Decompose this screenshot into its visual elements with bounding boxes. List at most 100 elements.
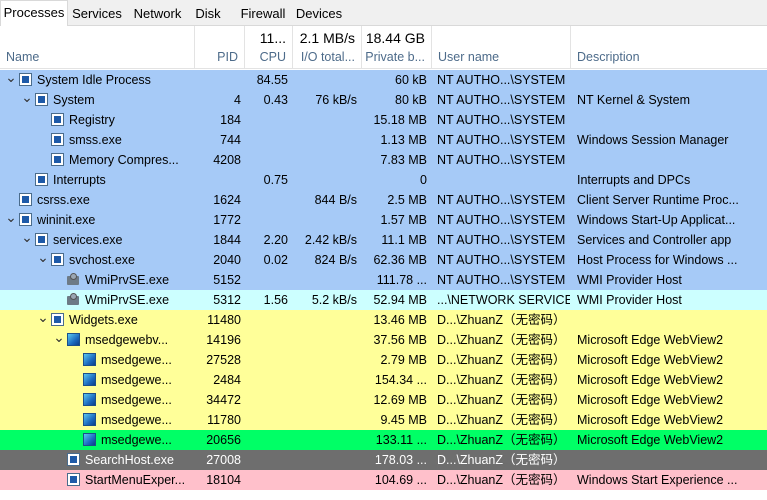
process-name-cell: ⌄ System <box>0 90 193 110</box>
column-io[interactable]: 2.1 MB/s I/O total... <box>293 26 362 68</box>
process-user-name: NT AUTHO...\SYSTEM <box>437 133 566 147</box>
process-pid <box>193 70 241 90</box>
process-name: msedgewe... <box>101 393 172 407</box>
process-row[interactable]: ⌄ msedgewebv... 14196 37.56 MB D...\ZhuanZ（无… <box>0 330 767 350</box>
tab-bar: Processes Services Network Disk Firewall… <box>0 0 767 26</box>
process-row[interactable]: msedgewe... 2484 154.34 ... D...\ZhuanZ（无密码… <box>0 370 767 390</box>
column-pid[interactable]: PID <box>195 26 245 68</box>
process-row[interactable]: Registry 184 15.18 MB NT AUTHO...\SYSTEM <box>0 110 767 130</box>
tab-devices[interactable]: Devices <box>292 3 346 24</box>
process-io <box>289 70 357 90</box>
column-private-bytes[interactable]: 18.44 GB Private b... <box>362 26 432 68</box>
process-pid: 20656 <box>206 433 241 447</box>
tab-processes[interactable]: Processes <box>0 0 68 26</box>
process-row[interactable]: ⌄ System 4 0.43 76 kB/s 80 kB NT AUTHO...\SYST… <box>0 90 767 110</box>
edge-icon <box>83 373 96 386</box>
process-pid: 744 <box>220 133 241 147</box>
process-user-name: ...\NETWORK SERVICE <box>437 293 570 307</box>
process-row[interactable]: WmiPrvSE.exe 5312 1.56 5.2 kB/s 52.94 MB ...\… <box>0 290 767 310</box>
process-pid <box>193 170 241 190</box>
process-row[interactable]: SearchHost.exe 27008 178.03 ... D...\ZhuanZ… <box>0 450 767 470</box>
expand-chevron-icon[interactable]: ⌄ <box>5 210 17 224</box>
process-pid: 1772 <box>213 213 241 227</box>
expand-chevron-icon[interactable]: ⌄ <box>5 70 17 84</box>
process-name: smss.exe <box>69 133 122 147</box>
tab-services[interactable]: Services <box>69 3 125 24</box>
process-private-bytes: 133.11 ... <box>375 433 427 447</box>
process-name: Memory Compres... <box>69 153 179 167</box>
process-name-cell: Registry <box>0 110 193 130</box>
process-name: services.exe <box>53 233 123 247</box>
process-description: Host Process for Windows ... <box>577 253 738 267</box>
process-user-name: NT AUTHO...\SYSTEM <box>437 273 566 287</box>
process-row[interactable]: msedgewe... 34472 12.69 MB D...\ZhuanZ（无密码）… <box>0 390 767 410</box>
expand-chevron-icon[interactable]: ⌄ <box>37 310 49 324</box>
process-name-cell: ⌄ svchost.exe <box>0 250 193 270</box>
process-row[interactable]: csrss.exe 1624 844 B/s 2.5 MB NT AUTHO...\SY… <box>0 190 767 210</box>
process-name-cell: msedgewe... <box>0 350 193 370</box>
column-description[interactable]: Description <box>571 26 767 68</box>
process-row[interactable]: Memory Compres... 4208 7.83 MB NT AUTHO...\… <box>0 150 767 170</box>
process-description: Microsoft Edge WebView2 <box>577 373 724 387</box>
tab-disk[interactable]: Disk <box>190 3 226 24</box>
process-row[interactable]: ⌄ svchost.exe 2040 0.02 824 B/s 62.36 MB NT AU… <box>0 250 767 270</box>
process-io <box>289 390 357 410</box>
process-description <box>577 310 765 330</box>
process-row[interactable]: smss.exe 744 1.13 MB NT AUTHO...\SYSTEM Wind… <box>0 130 767 150</box>
process-private-bytes: 154.34 ... <box>374 373 427 387</box>
process-description: NT Kernel & System <box>577 93 691 107</box>
process-user-name: NT AUTHO...\SYSTEM <box>437 113 566 127</box>
process-user-name: NT AUTHO...\SYSTEM <box>437 93 566 107</box>
process-description <box>577 70 765 90</box>
process-name: msedgewe... <box>101 433 172 447</box>
expand-chevron-icon[interactable]: ⌄ <box>21 230 33 244</box>
tab-firewall[interactable]: Firewall <box>237 3 289 24</box>
process-description: Microsoft Edge WebView2 <box>577 333 724 347</box>
process-row[interactable]: WmiPrvSE.exe 5152 111.78 ... NT AUTHO...\SY… <box>0 270 767 290</box>
expand-chevron-icon[interactable]: ⌄ <box>53 330 65 344</box>
process-cpu <box>243 370 288 390</box>
process-private-bytes: 52.94 MB <box>373 293 427 307</box>
process-name: wininit.exe <box>37 213 96 227</box>
process-name-cell: msedgewe... <box>0 430 193 450</box>
process-row[interactable]: msedgewe... 11780 9.45 MB D...\ZhuanZ（无密码） M… <box>0 410 767 430</box>
process-row[interactable]: msedgewe... 20656 133.11 ... D...\ZhuanZ（无密… <box>0 430 767 450</box>
column-name-label: Name <box>6 50 40 64</box>
column-header: Name PID 11... CPU 2.1 MB/s I/O total...… <box>0 26 767 69</box>
process-name: SearchHost.exe <box>85 453 174 467</box>
process-description: WMI Provider Host <box>577 293 682 307</box>
column-cpu[interactable]: 11... CPU <box>245 26 293 68</box>
process-name: Registry <box>69 113 115 127</box>
process-name: Interrupts <box>53 173 106 187</box>
process-name-cell: WmiPrvSE.exe <box>0 270 193 290</box>
process-private-bytes: 37.56 MB <box>373 333 427 347</box>
process-user-name: NT AUTHO...\SYSTEM <box>437 193 566 207</box>
process-pid: 2040 <box>213 253 241 267</box>
process-row[interactable]: ⌄ System Idle Process 84.55 60 kB NT AUTHO..… <box>0 70 767 90</box>
process-row[interactable]: ⌄ services.exe 1844 2.20 2.42 kB/s 11.1 MB NT … <box>0 230 767 250</box>
process-row[interactable]: ⌄ Widgets.exe 11480 13.46 MB D...\ZhuanZ（无密码… <box>0 310 767 330</box>
process-row[interactable]: Interrupts 0.75 0 Interrupts and DPCs <box>0 170 767 190</box>
window-icon <box>19 73 32 86</box>
process-cpu <box>243 130 288 150</box>
process-private-bytes: 1.57 MB <box>380 213 427 227</box>
process-user-name: NT AUTHO...\SYSTEM <box>437 233 566 247</box>
expand-chevron-icon[interactable]: ⌄ <box>37 250 49 264</box>
process-row[interactable]: msedgewe... 27528 2.79 MB D...\ZhuanZ（无密码） M… <box>0 350 767 370</box>
process-pid: 5152 <box>213 273 241 287</box>
window-icon <box>51 113 64 126</box>
process-name-cell: ⌄ System Idle Process <box>0 70 193 90</box>
process-user-name: D...\ZhuanZ（无密码） <box>437 353 566 367</box>
private-bytes-total: 18.44 GB <box>365 30 425 46</box>
process-name: Widgets.exe <box>69 313 138 327</box>
process-row[interactable]: ⌄ wininit.exe 1772 1.57 MB NT AUTHO...\SYSTE… <box>0 210 767 230</box>
process-io <box>289 310 357 330</box>
process-name-cell: ⌄ services.exe <box>0 230 193 250</box>
process-description <box>577 110 765 130</box>
column-name[interactable]: Name <box>0 26 195 68</box>
tab-network[interactable]: Network <box>127 3 188 24</box>
column-user-name[interactable]: User name <box>432 26 571 68</box>
expand-chevron-icon[interactable]: ⌄ <box>21 90 33 104</box>
process-row[interactable]: StartMenuExper... 18104 104.69 ... D...\Zhu… <box>0 470 767 490</box>
process-description: Windows Session Manager <box>577 133 729 147</box>
